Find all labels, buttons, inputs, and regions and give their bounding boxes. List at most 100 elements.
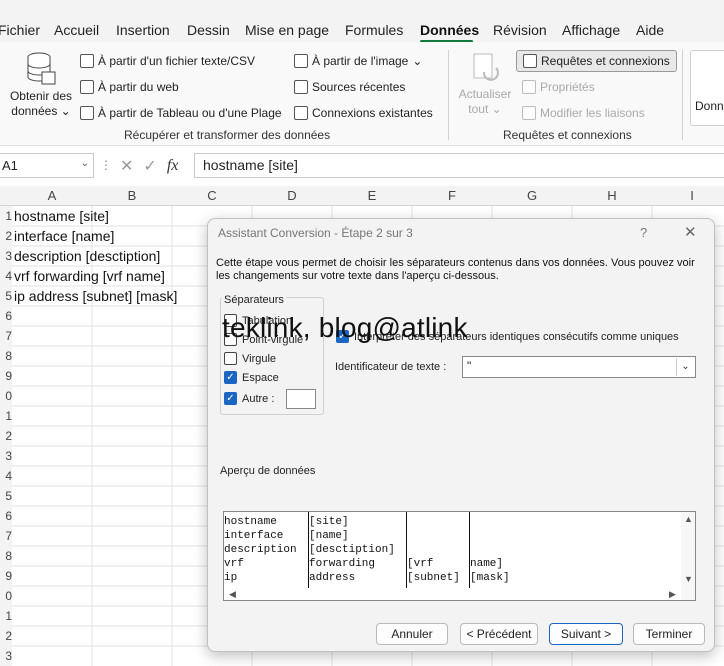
cancel-icon[interactable]: ✕ [120, 156, 133, 176]
row-header[interactable]: 4 [0, 269, 12, 283]
row-header[interactable]: 5 [0, 489, 12, 503]
check-icon[interactable]: ✓ [224, 392, 237, 405]
row-header[interactable]: 0 [0, 389, 12, 403]
menu-formules[interactable]: Formules [345, 22, 403, 38]
menu-accueil[interactable]: Accueil [54, 22, 99, 38]
row-header[interactable]: 6 [0, 309, 12, 323]
column-headers: A B C D E F G H I [0, 186, 724, 206]
preview-vertical-scrollbar[interactable]: ▲ ▼ [681, 512, 695, 600]
properties-button[interactable]: Propriétés [522, 80, 595, 94]
row-header[interactable]: 3 [0, 449, 12, 463]
refresh-all-button[interactable]: Actualiser tout ⌄ [454, 52, 516, 117]
cancel-button[interactable]: Annuler [376, 623, 448, 645]
queries-connections-button[interactable]: Requêtes et connexions [516, 50, 677, 72]
from-web-button[interactable]: À partir du web [80, 80, 179, 94]
preview-cell: name] [470, 558, 504, 570]
refresh-all-label-2: tout [468, 102, 489, 116]
row-header[interactable]: 1 [0, 609, 12, 623]
data-tools-label: Donn [695, 99, 724, 113]
checkbox-box[interactable] [224, 352, 237, 365]
column-header-h[interactable]: H [572, 188, 652, 203]
menu-mise-en-page[interactable]: Mise en page [245, 22, 329, 38]
scroll-up-icon[interactable]: ▲ [684, 514, 693, 524]
links-icon [522, 106, 536, 120]
space-checkbox[interactable]: ✓ Espace [224, 371, 279, 384]
previous-button[interactable]: < Précédent [460, 623, 538, 645]
row-header[interactable]: 2 [0, 629, 12, 643]
check-icon[interactable]: ✓ [224, 371, 237, 384]
row-header[interactable]: 9 [0, 569, 12, 583]
preview-cell: ip [224, 572, 238, 584]
from-image-button[interactable]: À partir de l'image ⌄ [294, 54, 422, 68]
chevron-down-icon[interactable]: ⌄ [676, 358, 694, 376]
row-header[interactable]: 9 [0, 369, 12, 383]
name-box[interactable]: A1 ⌄ [0, 153, 94, 178]
preview-horizontal-scrollbar[interactable]: ◀ ▶ [223, 588, 682, 602]
row-header[interactable]: 2 [0, 229, 12, 243]
help-icon[interactable]: ? [640, 225, 647, 240]
group-label-get-transform: Récupérer et transformer des données [124, 128, 331, 142]
row-header[interactable]: 1 [0, 409, 12, 423]
menu-affichage[interactable]: Affichage [562, 22, 620, 38]
scroll-right-icon[interactable]: ▶ [669, 589, 676, 600]
row-header[interactable]: 8 [0, 349, 12, 363]
menu-dessin[interactable]: Dessin [187, 22, 230, 38]
preview-cell: [subnet] [407, 572, 460, 584]
get-data-button[interactable]: Obtenir des données ⌄ [8, 50, 74, 126]
column-header-g[interactable]: G [492, 188, 572, 203]
menu-donnees[interactable]: Données [420, 22, 479, 38]
row-header[interactable]: 3 [0, 249, 12, 263]
comma-checkbox[interactable]: Virgule [224, 352, 276, 365]
from-csv-button[interactable]: À partir d'un fichier texte/CSV [80, 54, 255, 68]
row-header[interactable]: 7 [0, 329, 12, 343]
cell-a5[interactable]: ip address [subnet] [mask] [14, 288, 177, 304]
cell-a3[interactable]: description [desctiption] [14, 248, 160, 264]
recent-sources-label: Sources récentes [312, 80, 406, 94]
queries-connections-label: Requêtes et connexions [541, 54, 670, 68]
confirm-icon[interactable]: ✓ [143, 156, 156, 176]
column-header-b[interactable]: B [92, 188, 172, 203]
existing-connections-button[interactable]: Connexions existantes [294, 106, 433, 120]
row-header[interactable]: 3 [0, 649, 12, 663]
database-icon [27, 52, 56, 85]
row-header[interactable]: 5 [0, 289, 12, 303]
column-header-f[interactable]: F [412, 188, 492, 203]
menu-aide[interactable]: Aide [636, 22, 664, 38]
scroll-down-icon[interactable]: ▼ [684, 574, 693, 584]
recent-sources-button[interactable]: Sources récentes [294, 80, 405, 94]
other-checkbox[interactable]: ✓ Autre : [224, 392, 274, 405]
menu-fichier[interactable]: Fichier [0, 22, 40, 38]
table-icon [80, 106, 94, 120]
connections-icon [294, 106, 308, 120]
scroll-left-icon[interactable]: ◀ [229, 589, 236, 600]
from-table-button[interactable]: À partir de Tableau ou d'une Plage [80, 106, 282, 120]
column-header-e[interactable]: E [332, 188, 412, 203]
edit-links-button[interactable]: Modifier les liaisons [522, 106, 645, 120]
column-header-i[interactable]: I [652, 188, 724, 203]
menu-insertion[interactable]: Insertion [116, 22, 170, 38]
other-separator-input[interactable] [286, 389, 316, 409]
row-header[interactable]: 4 [0, 469, 12, 483]
data-tools-button[interactable]: Donn [690, 50, 724, 126]
row-header[interactable]: 6 [0, 509, 12, 523]
finish-button[interactable]: Terminer [633, 623, 705, 645]
column-header-c[interactable]: C [172, 188, 252, 203]
row-header[interactable]: 0 [0, 589, 12, 603]
text-qualifier-select[interactable]: " ⌄ [462, 356, 696, 378]
row-header[interactable]: 2 [0, 429, 12, 443]
close-icon[interactable]: ✕ [684, 223, 697, 241]
cell-a1[interactable]: hostname [site] [14, 208, 109, 224]
function-icon[interactable]: fx [167, 157, 179, 175]
row-header[interactable]: 8 [0, 549, 12, 563]
formula-input[interactable]: hostname [site] [194, 153, 724, 178]
column-header-a[interactable]: A [12, 188, 92, 203]
next-button[interactable]: Suivant > [549, 623, 623, 645]
chevron-down-icon[interactable]: ⌄ [81, 158, 89, 169]
cell-a2[interactable]: interface [name] [14, 228, 114, 244]
text-qualifier-value: " [467, 359, 472, 373]
menu-revision[interactable]: Révision [493, 22, 547, 38]
cell-a4[interactable]: vrf forwarding [vrf name] [14, 268, 165, 284]
row-header[interactable]: 7 [0, 529, 12, 543]
row-header[interactable]: 1 [0, 209, 12, 223]
column-header-d[interactable]: D [252, 188, 332, 203]
